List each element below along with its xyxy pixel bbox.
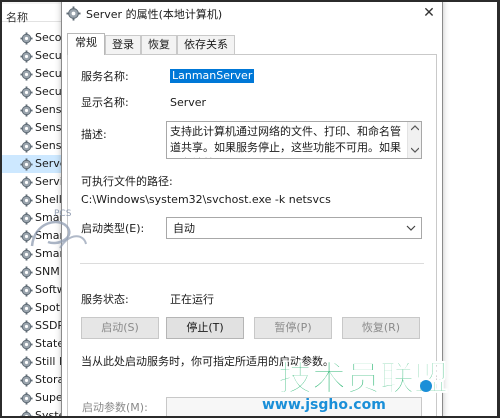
gear-icon <box>20 122 33 135</box>
service-status-label: 服务状态: <box>81 293 129 306</box>
service-row[interactable]: SNM <box>0 263 70 281</box>
service-row[interactable]: SSDP <box>0 317 70 335</box>
scroll-down-icon[interactable] <box>410 147 420 155</box>
services-list-header-strip <box>0 0 70 4</box>
watermark-left-text: PCS <box>54 209 72 219</box>
gear-icon <box>20 302 33 315</box>
description-textbox[interactable]: 支持此计算机通过网络的文件、打印、和命名管道共享。如果服务停止，这些功能不可用。… <box>166 121 422 159</box>
gear-icon <box>20 356 33 369</box>
gear-icon <box>20 104 33 117</box>
column-header-name[interactable]: 名称 <box>6 12 28 24</box>
service-row[interactable]: Secu <box>0 65 70 83</box>
dialog-titlebar[interactable]: Server 的属性(本地计算机) ✕ <box>62 0 442 28</box>
startup-type-select[interactable]: 自动 <box>166 217 422 239</box>
gear-icon <box>20 50 33 63</box>
service-row[interactable]: Sens <box>0 101 70 119</box>
section-divider <box>80 263 424 264</box>
exe-path-label: 可执行文件的路径: <box>81 175 173 188</box>
tab-recovery[interactable]: 恢复 <box>141 35 177 54</box>
display-name-value[interactable]: Server <box>170 96 206 109</box>
watermark-right-text: 技术员联盟 <box>278 359 448 399</box>
stop-button[interactable]: 停止(T) <box>166 317 244 339</box>
service-row[interactable]: State <box>0 335 70 353</box>
gear-icon <box>20 176 33 189</box>
gear-icon <box>20 158 33 171</box>
tab-dependencies[interactable]: 依存关系 <box>177 35 235 54</box>
service-status-value: 正在运行 <box>170 293 214 306</box>
service-row[interactable]: Servi <box>0 173 70 191</box>
service-row[interactable]: Secu <box>0 47 70 65</box>
tab-general[interactable]: 常规 <box>67 33 105 55</box>
close-icon: ✕ <box>423 5 435 21</box>
dialog-title: Server 的属性(本地计算机) <box>86 8 223 21</box>
display-name-label: 显示名称: <box>81 96 129 109</box>
gear-icon <box>20 140 33 153</box>
scroll-up-icon[interactable] <box>410 125 420 133</box>
resume-button[interactable]: 恢复(R) <box>342 317 420 339</box>
startup-type-value: 自动 <box>173 222 195 235</box>
services-list-header[interactable]: 名称 <box>0 0 70 24</box>
service-name-label: 服务名称: <box>81 70 129 83</box>
service-row[interactable]: Sens <box>0 137 70 155</box>
gear-icon <box>20 68 33 81</box>
gear-icon <box>20 86 33 99</box>
gear-icon <box>20 320 33 333</box>
service-row[interactable]: Stora <box>0 371 70 389</box>
watermark-logo-left: PCS <box>30 209 87 249</box>
close-button[interactable]: ✕ <box>417 2 441 24</box>
gear-icon <box>20 338 33 351</box>
service-row[interactable]: Spot <box>0 299 70 317</box>
service-row[interactable]: Secu <box>0 83 70 101</box>
start-button[interactable]: 启动(S) <box>81 317 159 339</box>
service-row[interactable]: Seco <box>0 29 70 47</box>
description-scrollbar[interactable] <box>407 122 421 158</box>
start-params-label: 启动参数(M): <box>82 401 148 414</box>
gear-icon <box>20 284 33 297</box>
gear-icon <box>20 374 33 387</box>
tab-strip: 常规 登录 恢复 依存关系 <box>67 33 437 55</box>
gear-icon <box>66 6 81 21</box>
exe-path-value: C:\Windows\system32\svchost.exe -k netsv… <box>81 193 331 206</box>
service-row[interactable]: Server <box>0 155 70 173</box>
description-label: 描述: <box>81 128 107 141</box>
gear-icon <box>20 392 33 405</box>
service-name-value[interactable]: LanmanServer <box>170 69 255 83</box>
service-row[interactable]: Syste <box>0 407 70 418</box>
chevron-down-icon <box>406 225 416 231</box>
tab-logon[interactable]: 登录 <box>105 35 141 54</box>
service-row[interactable]: Sens <box>0 119 70 137</box>
description-text: 支持此计算机通过网络的文件、打印、和命名管道共享。如果服务停止，这些功能不可用。… <box>170 125 401 158</box>
gear-icon <box>20 410 33 418</box>
watermark-url: www.jsgho.com <box>262 397 386 413</box>
service-row[interactable]: Still I <box>0 353 70 371</box>
service-row[interactable]: Supe <box>0 389 70 407</box>
gear-icon <box>20 32 33 45</box>
service-row[interactable]: Softw <box>0 281 70 299</box>
pause-button[interactable]: 暂停(P) <box>254 317 332 339</box>
gear-icon <box>20 266 33 279</box>
